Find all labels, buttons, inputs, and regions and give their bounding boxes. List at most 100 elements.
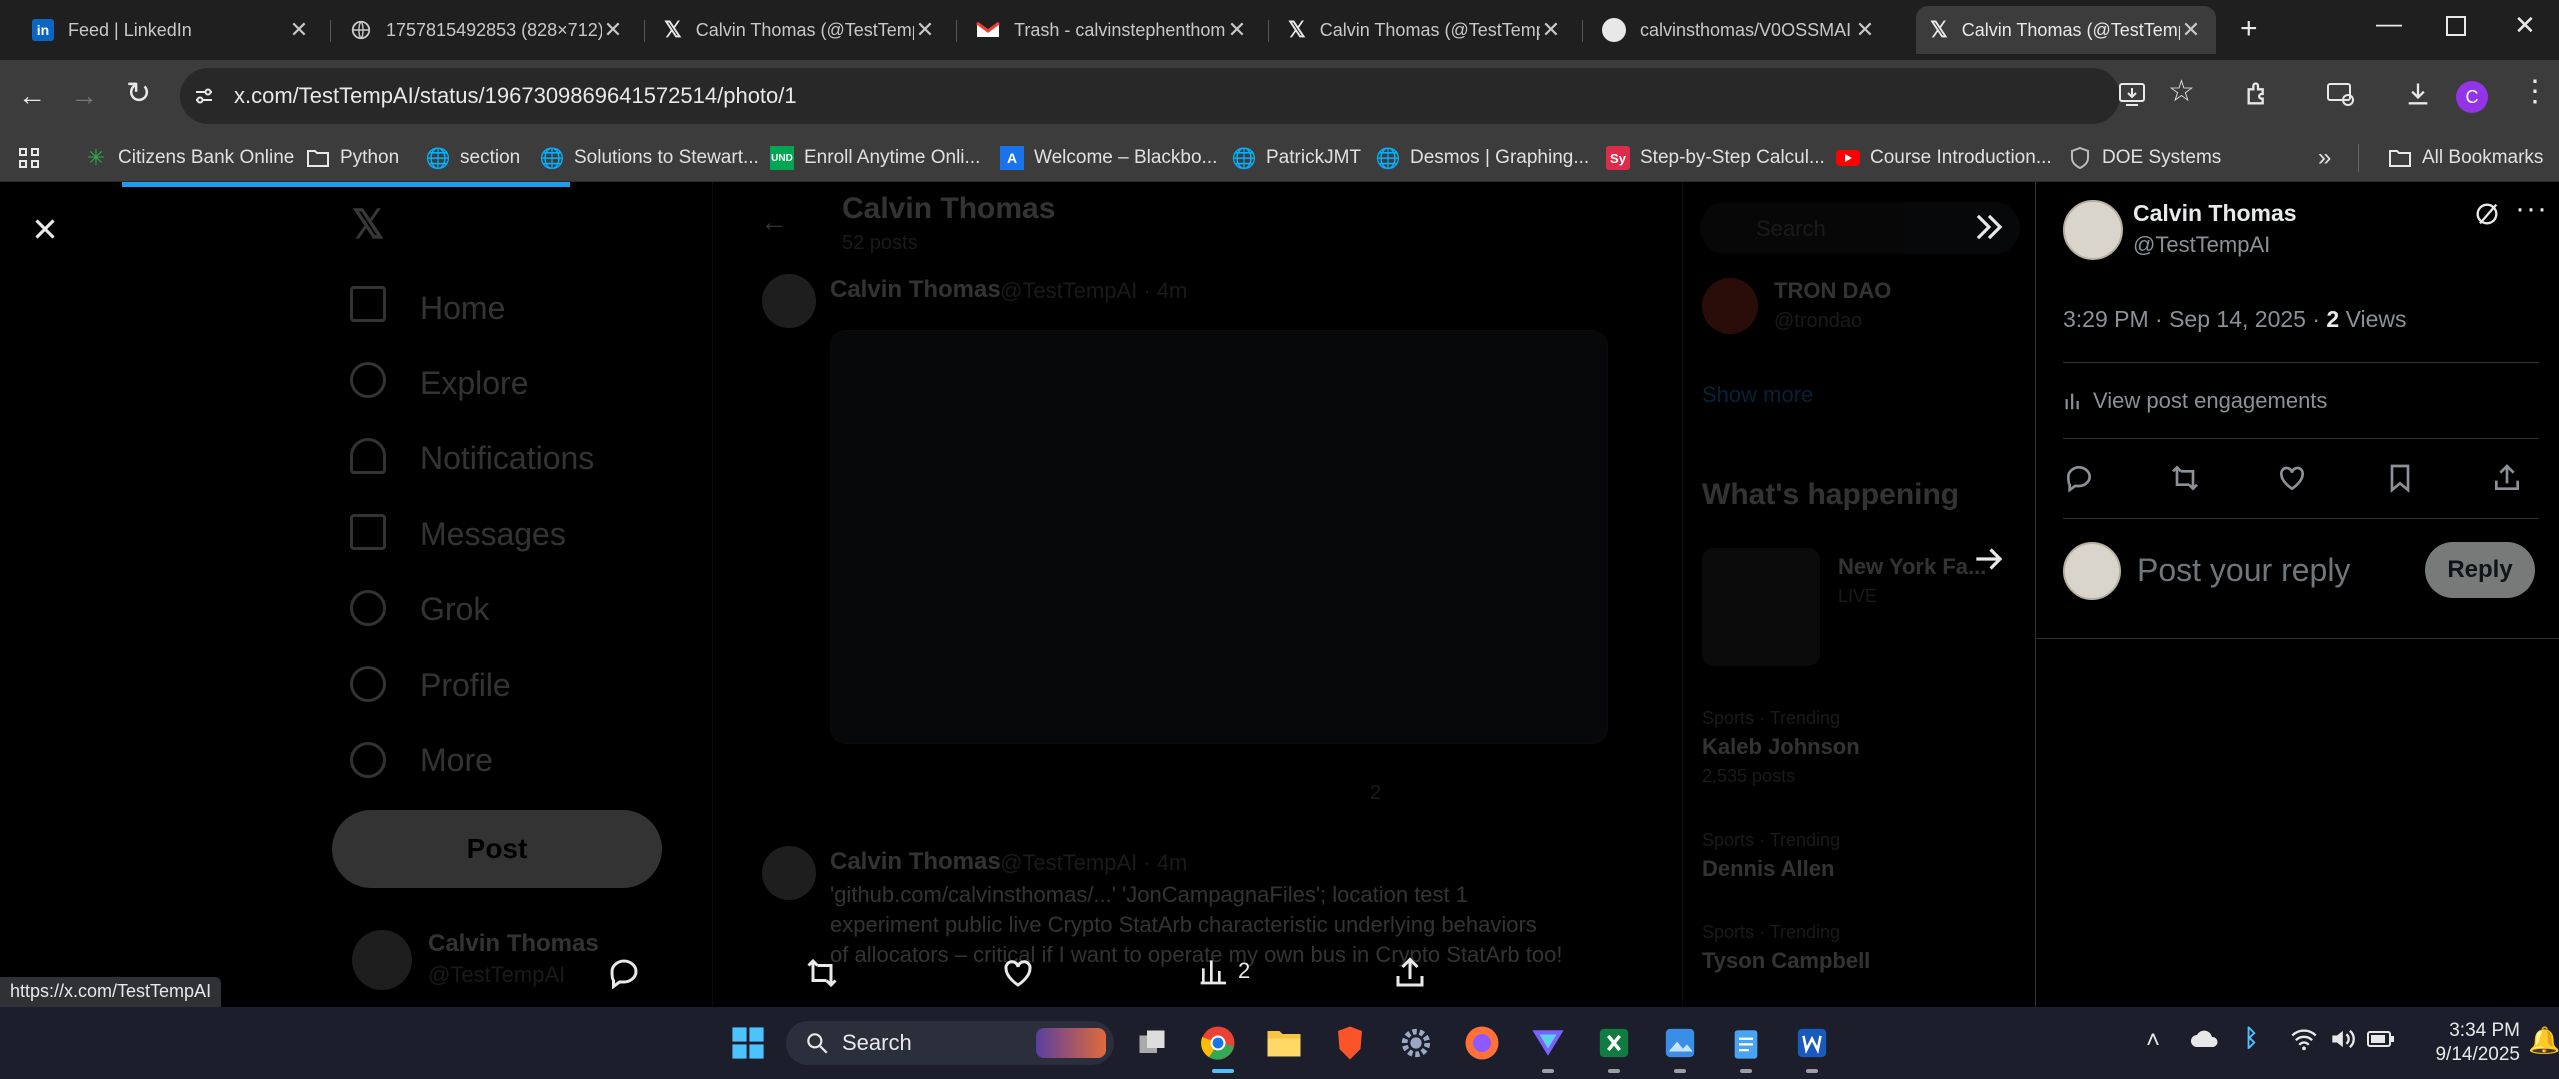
like-icon[interactable] (1000, 955, 1036, 991)
bookmark-course[interactable]: Course Introduction... (1836, 134, 2052, 182)
tab-x-1[interactable]: 𝕏 Calvin Thomas (@TestTempAI) ✕ (650, 6, 950, 54)
bookmark-section[interactable]: 🌐 section (426, 134, 521, 182)
bookmark-icon[interactable] (2384, 462, 2416, 494)
excel-icon[interactable] (1592, 1021, 1636, 1065)
next-photo-button[interactable] (1970, 540, 2008, 578)
reply-button[interactable]: Reply (2425, 542, 2535, 598)
like-icon[interactable] (2276, 462, 2308, 494)
browser-menu-icon[interactable]: ⋮ (2520, 74, 2550, 109)
task-view-icon[interactable] (1130, 1021, 1174, 1065)
onedrive-icon[interactable] (2190, 1029, 2220, 1049)
close-tab-icon[interactable]: ✕ (1540, 17, 1562, 43)
new-tab-button[interactable]: + (2240, 12, 2258, 46)
file-explorer-icon[interactable] (1262, 1021, 1306, 1065)
start-button[interactable] (726, 1021, 770, 1065)
bookmark-symbolab[interactable]: Sy Step-by-Step Calcul... (1606, 134, 1825, 182)
more-circle-icon (350, 742, 386, 778)
trend-meta: Sports · Trending (1702, 830, 1841, 850)
install-app-icon[interactable] (2118, 82, 2146, 108)
bookmark-label: Enroll Anytime Onli... (804, 147, 981, 168)
bookmark-label: Solutions to Stewart... (574, 147, 759, 168)
avatar (762, 846, 816, 900)
reload-button[interactable]: ↻ (126, 76, 151, 111)
tab-github[interactable]: calvinsthomas/V0OSSMAI ✕ (1588, 6, 1890, 54)
close-tab-icon[interactable]: ✕ (1854, 17, 1876, 43)
x-logo-icon: 𝕏 (1288, 17, 1306, 42)
chrome-icon[interactable] (1196, 1021, 1240, 1065)
bookmark-enroll[interactable]: UND Enroll Anytime Onli... (770, 134, 980, 182)
nav-profile: Profile (420, 667, 511, 703)
tab-x-2[interactable]: 𝕏 Calvin Thomas (@TestTempAI) ✕ (1274, 6, 1576, 54)
close-tab-icon[interactable]: ✕ (2180, 17, 2202, 43)
back-button[interactable]: ← (18, 80, 46, 112)
share-icon[interactable] (1392, 955, 1428, 991)
reply-icon[interactable] (606, 955, 642, 991)
bookmark-stewart[interactable]: 🌐 Solutions to Stewart... (540, 134, 759, 182)
repost-icon[interactable] (804, 955, 840, 991)
tab-gmail[interactable]: Trash - calvinstephenthomas ✕ (962, 6, 1262, 54)
address-bar[interactable]: x.com/TestTempAI/status/1967309869641572… (180, 68, 2120, 124)
author-name[interactable]: Calvin Thomas (2133, 200, 2297, 227)
tweet-text: 'github.com/calvinsthomas/...' 'JonCampa… (830, 882, 1468, 907)
avatar[interactable] (2063, 200, 2123, 260)
bookmark-doe[interactable]: DOE Systems (2068, 134, 2221, 182)
bookmark-label: Step-by-Step Calcul... (1640, 147, 1825, 168)
more-options-icon[interactable]: ··· (2515, 192, 2548, 226)
settings-icon[interactable] (1394, 1021, 1438, 1065)
bookmark-patrickjmt[interactable]: 🌐 PatrickJMT (1232, 134, 1361, 182)
bookmark-citizens[interactable]: ✳ Citizens Bank Online (84, 134, 295, 182)
bluetooth-icon[interactable]: ᛒ (2244, 1025, 2258, 1053)
share-icon[interactable] (2491, 462, 2523, 494)
minimize-button[interactable]: — (2376, 8, 2402, 39)
extensions-icon[interactable] (2244, 80, 2272, 108)
battery-icon[interactable] (2366, 1029, 2396, 1049)
site-settings-icon[interactable] (192, 84, 216, 108)
clock-date: 9/14/2025 (2435, 1044, 2520, 1065)
downloads-icon[interactable] (2404, 80, 2432, 108)
show-hidden-icons[interactable]: ˄ (2146, 1027, 2160, 1055)
vpn-icon[interactable] (1526, 1021, 1570, 1065)
avatar (762, 274, 816, 328)
bookmark-star-icon[interactable]: ☆ (2168, 74, 2195, 109)
volume-icon[interactable] (2330, 1027, 2358, 1051)
notepad-icon[interactable] (1724, 1021, 1768, 1065)
brave-icon[interactable] (1328, 1021, 1372, 1065)
forward-button[interactable]: → (70, 80, 98, 112)
tab-x-active[interactable]: 𝕏 Calvin Thomas (@TestTempAI) ✕ (1916, 6, 2216, 54)
word-icon[interactable] (1790, 1021, 1834, 1065)
apps-grid-icon[interactable] (18, 134, 40, 182)
media-controls-icon[interactable] (2326, 82, 2356, 108)
wifi-icon[interactable] (2290, 1027, 2318, 1051)
bookmark-python[interactable]: Python (306, 134, 399, 182)
bookmark-desmos[interactable]: 🌐 Desmos | Graphing... (1376, 134, 1590, 182)
close-tab-icon[interactable]: ✕ (288, 17, 310, 43)
restore-button[interactable] (2446, 16, 2466, 36)
close-tab-icon[interactable]: ✕ (1226, 17, 1248, 43)
reply-icon[interactable] (2063, 462, 2095, 494)
tab-linkedin[interactable]: in Feed | LinkedIn ✕ (18, 6, 324, 54)
bookmark-blackboard[interactable]: A Welcome – Blackbo... (1000, 134, 1217, 182)
expand-panel-button[interactable] (1970, 208, 2008, 246)
reply-input[interactable]: Post your reply (2137, 552, 2350, 589)
close-photo-button[interactable] (28, 212, 62, 246)
photos-icon[interactable] (1658, 1021, 1702, 1065)
tab-image[interactable]: 1757815492853 (828×712) ✕ (336, 6, 638, 54)
close-tab-icon[interactable]: ✕ (602, 17, 624, 43)
repost-icon[interactable] (2169, 462, 2201, 494)
all-bookmarks-button[interactable]: All Bookmarks (2388, 134, 2543, 182)
notifications-bell-icon[interactable]: 🔔 (2528, 1025, 2559, 1056)
linkedin-icon: in (32, 19, 54, 41)
views-button[interactable]: 2 (1198, 955, 1250, 987)
firefox-icon[interactable] (1460, 1021, 1504, 1065)
nav-notifications: Notifications (420, 440, 595, 476)
author-handle[interactable]: @TestTempAI (2133, 232, 2270, 258)
taskbar-search[interactable]: Search (786, 1021, 1114, 1065)
shield-icon (2068, 146, 2092, 170)
close-tab-icon[interactable]: ✕ (914, 17, 936, 43)
more-bookmarks-icon[interactable]: » (2318, 134, 2331, 182)
close-window-button[interactable]: ✕ (2514, 10, 2536, 41)
profile-avatar[interactable]: C (2456, 81, 2488, 113)
clock[interactable]: 3:34 PM 9/14/2025 (2420, 1019, 2520, 1067)
view-engagements-link[interactable]: View post engagements (2063, 388, 2327, 414)
grok-icon[interactable] (2473, 200, 2501, 228)
